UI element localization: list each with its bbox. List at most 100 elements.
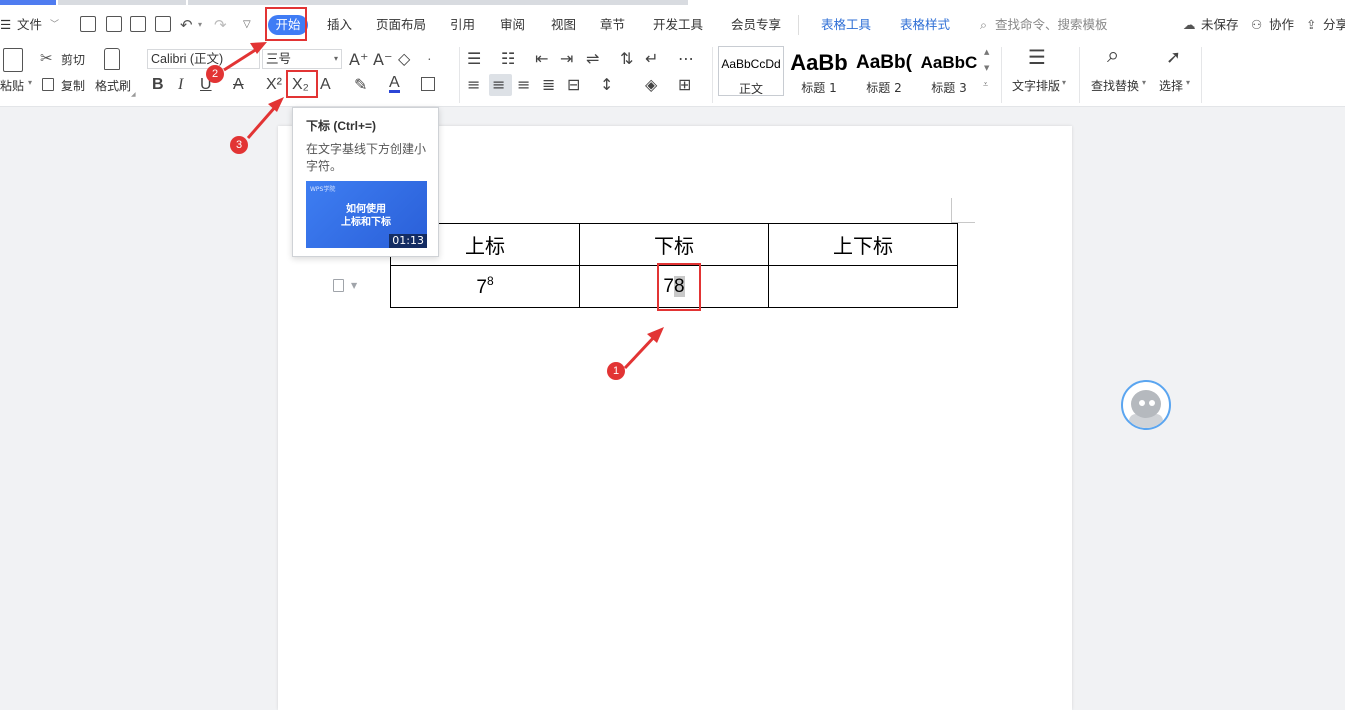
table-cell[interactable]: 78 [390,265,580,308]
annotation-box-subscript [286,70,318,98]
tab-references[interactable]: 引用 [450,14,475,36]
find-replace-button[interactable]: 查找替换 [1091,77,1139,94]
video-caption: 如何使用 上标和下标 [326,203,406,229]
style-name: 标题 3 [931,81,967,95]
chevron-down-icon[interactable]: ▼ [351,281,357,290]
tab-chapter[interactable]: 章节 [600,14,625,36]
italic-icon[interactable]: I [178,76,183,94]
increase-indent-icon[interactable]: ⇥ [560,50,573,68]
font-color-icon[interactable]: A [389,75,400,93]
bullet-list-icon[interactable]: ☰ [467,50,481,68]
redo-icon[interactable]: ↷ [214,14,227,36]
grow-font-icon[interactable]: A⁺ [349,51,368,69]
tab-review[interactable]: 审阅 [500,14,525,36]
char-border-icon[interactable] [421,77,435,91]
paste-icon[interactable] [3,48,23,72]
font-size-select[interactable]: 三号 ▾ [262,49,342,69]
gallery-up-icon[interactable]: ▲ [984,48,989,56]
share-button[interactable]: 分享 [1323,14,1345,36]
gallery-more-icon[interactable]: ⩡ [983,80,988,90]
base-text: 7 [476,277,487,298]
undo-icon[interactable]: ↶ [180,14,193,36]
numbered-list-icon[interactable]: ☷ [501,50,515,68]
clipboard-launcher-icon[interactable]: ◢ [131,91,136,98]
tab-insert[interactable]: 插入 [327,14,352,36]
style-heading-2[interactable]: AaBb( 标题 2 [851,46,917,96]
style-heading-1[interactable]: AaBb 标题 1 [786,46,852,96]
style-name: 标题 2 [866,81,902,95]
step-badge-2: 2 [206,65,224,83]
tab-member[interactable]: 会员专享 [731,14,781,36]
chevron-down-icon[interactable]: ▾ [1186,78,1190,87]
paragraph-options-icon[interactable] [333,279,344,292]
distribute-icon[interactable]: ⊟ [567,76,580,94]
print-icon[interactable] [130,16,146,32]
superscript-icon[interactable]: X² [266,76,282,94]
highlight-icon[interactable]: ✎ [354,76,367,94]
style-heading-3[interactable]: AaBbC 标题 3 [916,46,982,96]
text-direction-icon[interactable]: ⇌ [586,50,599,68]
assistant-avatar[interactable] [1121,380,1171,430]
menu-bar: ☰ 文件 ﹀ ↶ ▾ ↷ ▽ 开始 插入 页面布局 引用 审阅 视图 章节 开发… [0,5,1345,43]
print-preview-icon[interactable] [155,16,171,32]
divider [712,47,713,103]
strikethrough-icon[interactable]: A [233,76,244,94]
cut-button[interactable]: 剪切 [61,51,85,68]
line-spacing-icon[interactable]: ↕ [600,76,613,94]
format-painter-button[interactable]: 格式刷 [95,77,131,94]
table-cell[interactable]: 下标 [579,223,769,266]
align-right-icon[interactable]: ≡ [517,76,530,94]
clear-format-icon[interactable]: ◇ [398,50,410,68]
collaborate-button[interactable]: 协作 [1269,14,1294,36]
line-break-icon[interactable]: ↵ [645,50,658,68]
paste-button[interactable]: 粘贴 [0,77,24,94]
font-name-select[interactable]: Calibri (正文) [147,49,260,69]
export-pdf-icon[interactable] [106,16,122,32]
tab-view[interactable]: 视图 [551,14,576,36]
chevron-down-icon[interactable]: ▾ [1062,78,1066,87]
style-normal[interactable]: AaBbCcDd 正文 [718,46,784,96]
text-layout-button[interactable]: 文字排版 [1012,77,1060,94]
chevron-down-icon[interactable]: ▾ [28,78,32,87]
table-cell[interactable]: 上下标 [768,223,958,266]
menu-hamburger-icon[interactable]: ☰ [0,14,11,36]
save-icon[interactable] [80,16,96,32]
tutorial-video-thumbnail[interactable]: WPS学院 如何使用 上标和下标 01:13 [306,181,427,248]
copy-button[interactable]: 复制 [61,77,85,94]
divider [798,15,799,35]
decrease-indent-icon[interactable]: ⇤ [535,50,548,68]
select-button[interactable]: 选择 [1159,77,1183,94]
command-search-input[interactable]: 查找命令、搜索模板 [995,14,1108,36]
borders-icon[interactable]: ⊞ [678,76,691,94]
shading-icon[interactable]: ◈ [645,76,657,94]
justify-icon[interactable]: ≣ [542,76,555,94]
cursor-icon: ➚ [1166,47,1182,68]
format-painter-icon [104,48,120,70]
unsaved-status[interactable]: 未保存 [1201,14,1239,36]
show-marks-icon[interactable]: ⋯ [678,50,694,68]
bold-icon[interactable]: B [152,76,164,94]
margin-mark [951,198,952,222]
chevron-down-icon[interactable]: ▾ [1142,78,1146,87]
style-preview: AaBbC [920,53,978,72]
customize-toolbar-icon[interactable]: ▽ [243,14,251,36]
file-menu[interactable]: 文件 [17,14,42,36]
align-left-icon[interactable]: ≡ [467,76,480,94]
chevron-down-icon[interactable]: ▾ [198,14,202,36]
phonetic-guide-icon[interactable]: ᆞ [422,51,437,69]
table-cell[interactable] [768,265,958,308]
chevron-down-icon[interactable]: ﹀ [50,14,59,36]
tab-page-layout[interactable]: 页面布局 [376,14,426,36]
superscript-text: 8 [486,274,494,288]
sort-icon[interactable]: ⇅ [620,50,633,68]
gallery-down-icon[interactable]: ▼ [984,64,989,72]
search-icon[interactable]: ⌕ [980,14,987,36]
align-center-icon[interactable]: ≡ [492,76,505,94]
tab-table-tools[interactable]: 表格工具 [821,14,871,36]
divider [1079,47,1080,103]
style-gallery: AaBbCcDd 正文 AaBb 标题 1 AaBb( 标题 2 AaBbC 标… [717,46,995,98]
tab-table-style[interactable]: 表格样式 [900,14,950,36]
text-effect-icon[interactable]: A [320,76,331,94]
shrink-font-icon[interactable]: A⁻ [373,51,392,69]
tab-developer[interactable]: 开发工具 [653,14,703,36]
